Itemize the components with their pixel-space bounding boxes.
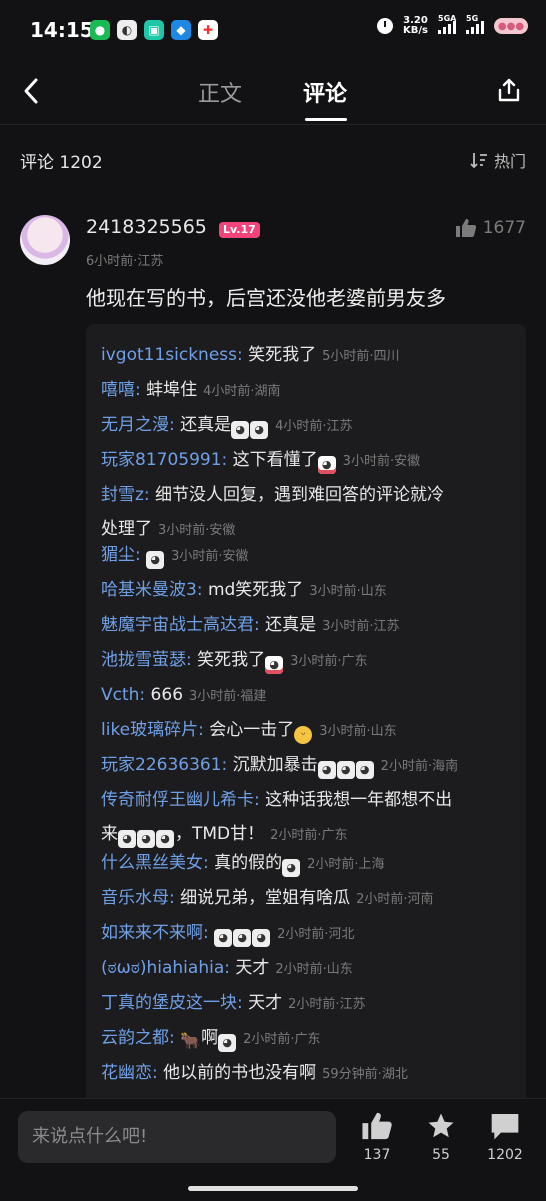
sticker-icon: ◕	[233, 929, 252, 947]
like-button[interactable]: 137	[347, 1111, 407, 1163]
divider	[0, 124, 546, 125]
net-speed: 3.20 KB/s	[403, 15, 428, 36]
reply-item[interactable]: 池拢雪萤瑟: 笑死我了 ◕ 3小时前·广东	[101, 643, 516, 679]
star-icon	[428, 1113, 454, 1138]
reply-item[interactable]: 音乐水母: 细说兄弟，堂姐有啥瓜 2小时前·河南	[101, 881, 516, 917]
comment-count-bottom: 1202	[487, 1147, 523, 1163]
sticker-icon: ◕	[214, 929, 233, 947]
status-time: 14:15	[30, 18, 94, 42]
comment-text: 他现在写的书，后宫还没他老婆前男友多	[86, 286, 446, 310]
reply-item[interactable]: 花幽恋: 他以前的书也没有啊 59分钟前·湖北	[101, 1056, 516, 1092]
laughing-emoji-icon: ᵕ	[294, 726, 313, 744]
signal-icon: 5G	[466, 14, 484, 34]
notification-icons: ● ◐ ▣ ◆ ✚	[90, 20, 218, 40]
active-tab-indicator	[305, 118, 347, 121]
comments-header: 评论 1202 热门	[0, 148, 546, 174]
sticker-icon: ◕	[282, 859, 301, 877]
wechat-icon: ●	[90, 20, 110, 40]
reply-item[interactable]: 如来来不来啊: ◕ ◕ ◕ 2小时前·河北	[101, 916, 516, 952]
sort-button[interactable]: 热门	[470, 148, 526, 172]
app-icon: ✚	[198, 20, 218, 40]
battery-icon: ●●●	[494, 18, 528, 34]
replies-box[interactable]: ivgot11sickness: 笑死我了 5小时前·四川 嘻嘻: 蚌埠住 4小时前…	[86, 324, 526, 1104]
comment-like-button[interactable]: 1677	[455, 218, 526, 238]
reply-item[interactable]: Vcth: 666 3小时前·福建	[101, 678, 516, 714]
reply-item[interactable]: 无月之漫: 还真是 ◕ ◕ 4小时前·江苏	[101, 408, 516, 444]
comment-icon	[491, 1114, 519, 1140]
comment-input[interactable]: 来说点什么吧!	[18, 1111, 336, 1163]
avatar[interactable]	[20, 215, 70, 265]
reply-item[interactable]: 云韵之都: 🐂啊 ◕ 2小时前·广东	[101, 1021, 516, 1057]
top-nav: 正文 评论	[0, 60, 546, 122]
reply-item[interactable]: 嘻嘻: 蚌埠住 4小时前·湖南	[101, 373, 516, 409]
comment-count: 评论 1202	[20, 153, 103, 173]
reply-item[interactable]: 什么黑丝美女: 真的假的 ◕ 2小时前·上海	[101, 846, 516, 882]
favorite-count: 55	[432, 1147, 450, 1163]
like-count: 137	[363, 1147, 391, 1163]
alarm-icon	[377, 18, 394, 34]
reply-item[interactable]: 传奇耐俘王幽儿希卡: 这种话我想一年都想不出来 ◕ ◕ ◕ ，TMD甘！ 2小时前·广东	[101, 783, 516, 853]
sticker-icon: ◕	[336, 761, 355, 779]
sticker-icon: ◕	[250, 421, 269, 439]
reply-item[interactable]: like玻璃碎片: 会心一击了 ᵕ 3小时前·山东	[101, 713, 516, 749]
sticker-icon: ◕	[265, 656, 284, 674]
thumbs-up-icon	[362, 1112, 392, 1140]
reply-item[interactable]: ivgot11sickness: 笑死我了 5小时前·四川	[101, 338, 516, 374]
comment-button[interactable]: 1202	[475, 1111, 535, 1163]
app-icon: ◐	[117, 20, 137, 40]
thumbs-up-icon	[455, 219, 476, 237]
reply-item[interactable]: 魅魔宇宙战士高达君: 还真是 3小时前·江苏	[101, 608, 516, 644]
tab-text[interactable]: 正文	[198, 76, 242, 108]
sticker-icon: ◕	[218, 1034, 237, 1052]
reply-item[interactable]: 哈基米曼波3: md笑死我了 3小时前·山东	[101, 573, 516, 609]
share-icon[interactable]	[496, 77, 522, 103]
sticker-icon: ◕	[317, 761, 336, 779]
status-bar: 14:15 ● ◐ ▣ ◆ ✚ 3.20 KB/s 5GA 5G ●●●	[0, 0, 546, 60]
reply-item[interactable]: 丁真的堡皮这一块: 天才 2小时前·江苏	[101, 986, 516, 1022]
level-badge: Lv.17	[219, 222, 260, 238]
sticker-icon: ◕	[317, 456, 336, 474]
home-indicator[interactable]	[188, 1186, 358, 1191]
favorite-button[interactable]: 55	[411, 1111, 471, 1163]
back-icon[interactable]	[20, 76, 42, 106]
reply-item[interactable]: 玩家22636361: 沉默加暴击 ◕ ◕ ◕ 2小时前·海南	[101, 748, 516, 784]
reply-item[interactable]: 猸尘: ◕ 3小时前·安徽	[101, 538, 516, 574]
comment-meta: 6小时前·江苏	[86, 254, 164, 269]
reply-item[interactable]: (ಠωಠ)hiahiahia: 天才 2小时前·山东	[101, 951, 516, 987]
sort-icon	[470, 153, 487, 168]
sort-label: 热门	[493, 152, 526, 171]
comment-username[interactable]: 2418325565	[86, 216, 207, 238]
reply-item[interactable]: 玩家81705991: 这下看懂了 ◕ 3小时前·安徽	[101, 443, 516, 479]
sticker-icon: ◕	[355, 761, 374, 779]
sticker-icon: ◕	[231, 421, 250, 439]
like-count: 1677	[482, 218, 526, 238]
signal-icon: 5GA	[438, 14, 456, 34]
app-icon: ▣	[144, 20, 164, 40]
sticker-icon: ◕	[146, 551, 165, 569]
tab-comments[interactable]: 评论	[303, 76, 347, 108]
sticker-icon: ◕	[252, 929, 271, 947]
app-icon: ◆	[171, 20, 191, 40]
ox-emoji-icon: 🐂	[180, 1031, 201, 1050]
